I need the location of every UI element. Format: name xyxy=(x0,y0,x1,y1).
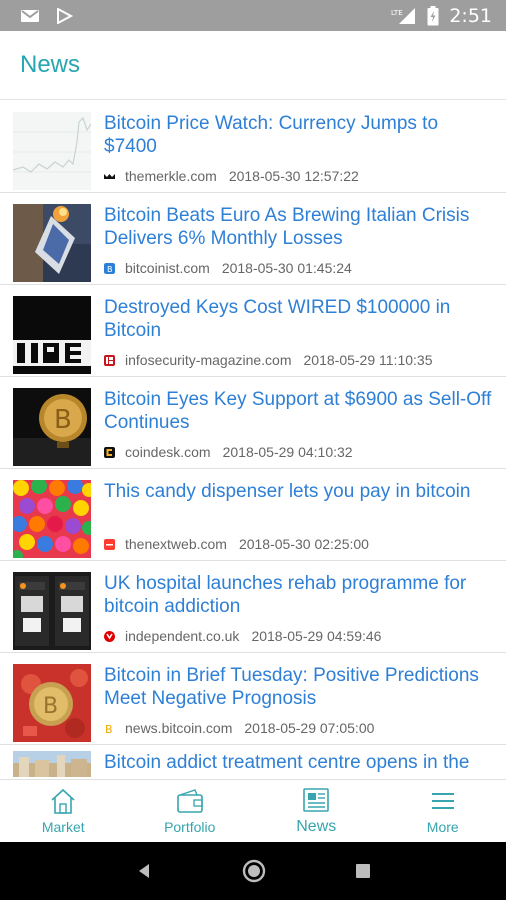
news-item[interactable]: This candy dispenser lets you pay in bit… xyxy=(0,469,506,561)
lte-signal-icon: LTE xyxy=(391,7,416,24)
wallet-icon xyxy=(176,789,203,813)
nav-portfolio-label: Portfolio xyxy=(164,819,216,835)
svg-text:B: B xyxy=(107,265,113,274)
news-timestamp: 2018-05-29 07:05:00 xyxy=(244,720,375,736)
app-bar: News xyxy=(0,31,506,100)
nav-market[interactable]: Market xyxy=(0,780,127,842)
news-source: news.bitcoin.com xyxy=(125,720,233,736)
news-source: coindesk.com xyxy=(125,444,211,460)
news-source: themerkle.com xyxy=(125,168,217,184)
recents-icon[interactable] xyxy=(354,862,372,880)
nav-news[interactable]: News xyxy=(253,780,380,842)
svg-text:B: B xyxy=(105,723,113,734)
news-headline[interactable]: Destroyed Keys Cost WIRED $100000 in Bit… xyxy=(104,296,496,342)
news-item[interactable]: Bitcoin Beats Euro As Brewing Italian Cr… xyxy=(0,193,506,285)
news-item[interactable]: Destroyed Keys Cost WIRED $100000 in Bit… xyxy=(0,285,506,377)
news-meta: B news.bitcoin.com 2018-05-29 07:05:00 xyxy=(104,720,374,736)
themerkle-icon xyxy=(104,173,115,179)
bitcoinist-icon: B xyxy=(104,262,115,274)
independent-icon xyxy=(104,630,115,642)
nav-market-label: Market xyxy=(41,819,85,835)
news-item[interactable]: Bitcoin Price Watch: Currency Jumps to $… xyxy=(0,101,506,193)
news-meta: themerkle.com 2018-05-30 12:57:22 xyxy=(104,168,359,184)
news-headline[interactable]: Bitcoin addict treatment centre opens in… xyxy=(104,751,496,774)
news-timestamp: 2018-05-29 11:10:35 xyxy=(303,352,433,368)
news-headline[interactable]: Bitcoin Eyes Key Support at $6900 as Sel… xyxy=(104,388,496,434)
svg-text:B: B xyxy=(54,405,72,435)
gmail-icon xyxy=(21,9,39,22)
gold-coin-thumbnail: B xyxy=(13,388,91,466)
news-timestamp: 2018-05-30 01:45:24 xyxy=(221,260,352,276)
news-item[interactable]: Bitcoin addict treatment centre opens in… xyxy=(0,745,506,779)
back-icon[interactable] xyxy=(134,861,154,881)
news-meta: infosecurity-magazine.com 2018-05-29 11:… xyxy=(104,352,432,368)
bitcoin-atm-thumbnail xyxy=(13,572,91,650)
page-title: News xyxy=(20,51,81,78)
system-navigation-bar xyxy=(0,842,506,900)
burning-bitcoin-thumbnail xyxy=(13,204,91,282)
news-timestamp: 2018-05-30 02:25:00 xyxy=(238,536,369,552)
news-item[interactable]: UK hospital launches rehab programme for… xyxy=(0,561,506,653)
notification-icons xyxy=(20,7,74,24)
home-button-icon[interactable] xyxy=(241,858,267,884)
bitcoin-news-icon: B xyxy=(105,723,113,734)
bottom-navigation: Market Portfolio News More xyxy=(0,779,506,842)
news-timestamp: 2018-05-29 04:59:46 xyxy=(251,628,382,644)
news-source: independent.co.uk xyxy=(125,628,240,644)
system-icons: LTE 2:51 xyxy=(391,5,492,27)
candy-thumbnail xyxy=(13,480,91,558)
news-meta: thenextweb.com 2018-05-30 02:25:00 xyxy=(104,536,369,552)
news-source: infosecurity-magazine.com xyxy=(125,352,292,368)
news-meta: independent.co.uk 2018-05-29 04:59:46 xyxy=(104,628,381,644)
menu-icon xyxy=(431,793,454,809)
svg-text:LTE: LTE xyxy=(391,9,403,17)
clock: 2:51 xyxy=(449,4,492,27)
home-icon xyxy=(51,788,75,814)
thenextweb-icon xyxy=(104,538,115,550)
news-headline[interactable]: Bitcoin Price Watch: Currency Jumps to $… xyxy=(104,112,496,158)
nav-news-label: News xyxy=(296,818,337,835)
news-item[interactable]: B Bitcoin in Brief Tuesday: Positive Pre… xyxy=(0,653,506,745)
news-list[interactable]: Bitcoin Price Watch: Currency Jumps to $… xyxy=(0,101,506,779)
wired-logo-thumbnail xyxy=(13,296,91,374)
coindesk-icon xyxy=(104,446,115,458)
news-item[interactable]: B Bitcoin Eyes Key Support at $6900 as S… xyxy=(0,377,506,469)
news-meta: B bitcoinist.com 2018-05-30 01:45:24 xyxy=(104,260,352,276)
news-headline[interactable]: UK hospital launches rehab programme for… xyxy=(104,572,496,618)
news-headline[interactable]: Bitcoin Beats Euro As Brewing Italian Cr… xyxy=(104,204,496,250)
infosecurity-icon xyxy=(104,354,115,366)
news-source: bitcoinist.com xyxy=(125,260,210,276)
red-coin-thumbnail: B xyxy=(13,664,91,742)
news-source: thenextweb.com xyxy=(125,536,227,552)
town-thumbnail xyxy=(13,751,91,777)
status-bar: LTE 2:51 xyxy=(0,0,506,31)
play-store-icon xyxy=(57,7,74,24)
news-timestamp: 2018-05-29 04:10:32 xyxy=(222,444,353,460)
battery-icon xyxy=(427,5,439,25)
news-timestamp: 2018-05-30 12:57:22 xyxy=(228,168,359,184)
price-chart-thumbnail xyxy=(13,112,91,190)
nav-portfolio[interactable]: Portfolio xyxy=(127,780,254,842)
svg-text:B: B xyxy=(43,694,58,719)
news-meta: coindesk.com 2018-05-29 04:10:32 xyxy=(104,444,353,460)
nav-more-label: More xyxy=(426,819,459,835)
news-headline[interactable]: Bitcoin in Brief Tuesday: Positive Predi… xyxy=(104,664,496,710)
nav-more[interactable]: More xyxy=(380,780,506,842)
newspaper-icon xyxy=(303,788,330,812)
news-headline[interactable]: This candy dispenser lets you pay in bit… xyxy=(104,480,496,526)
